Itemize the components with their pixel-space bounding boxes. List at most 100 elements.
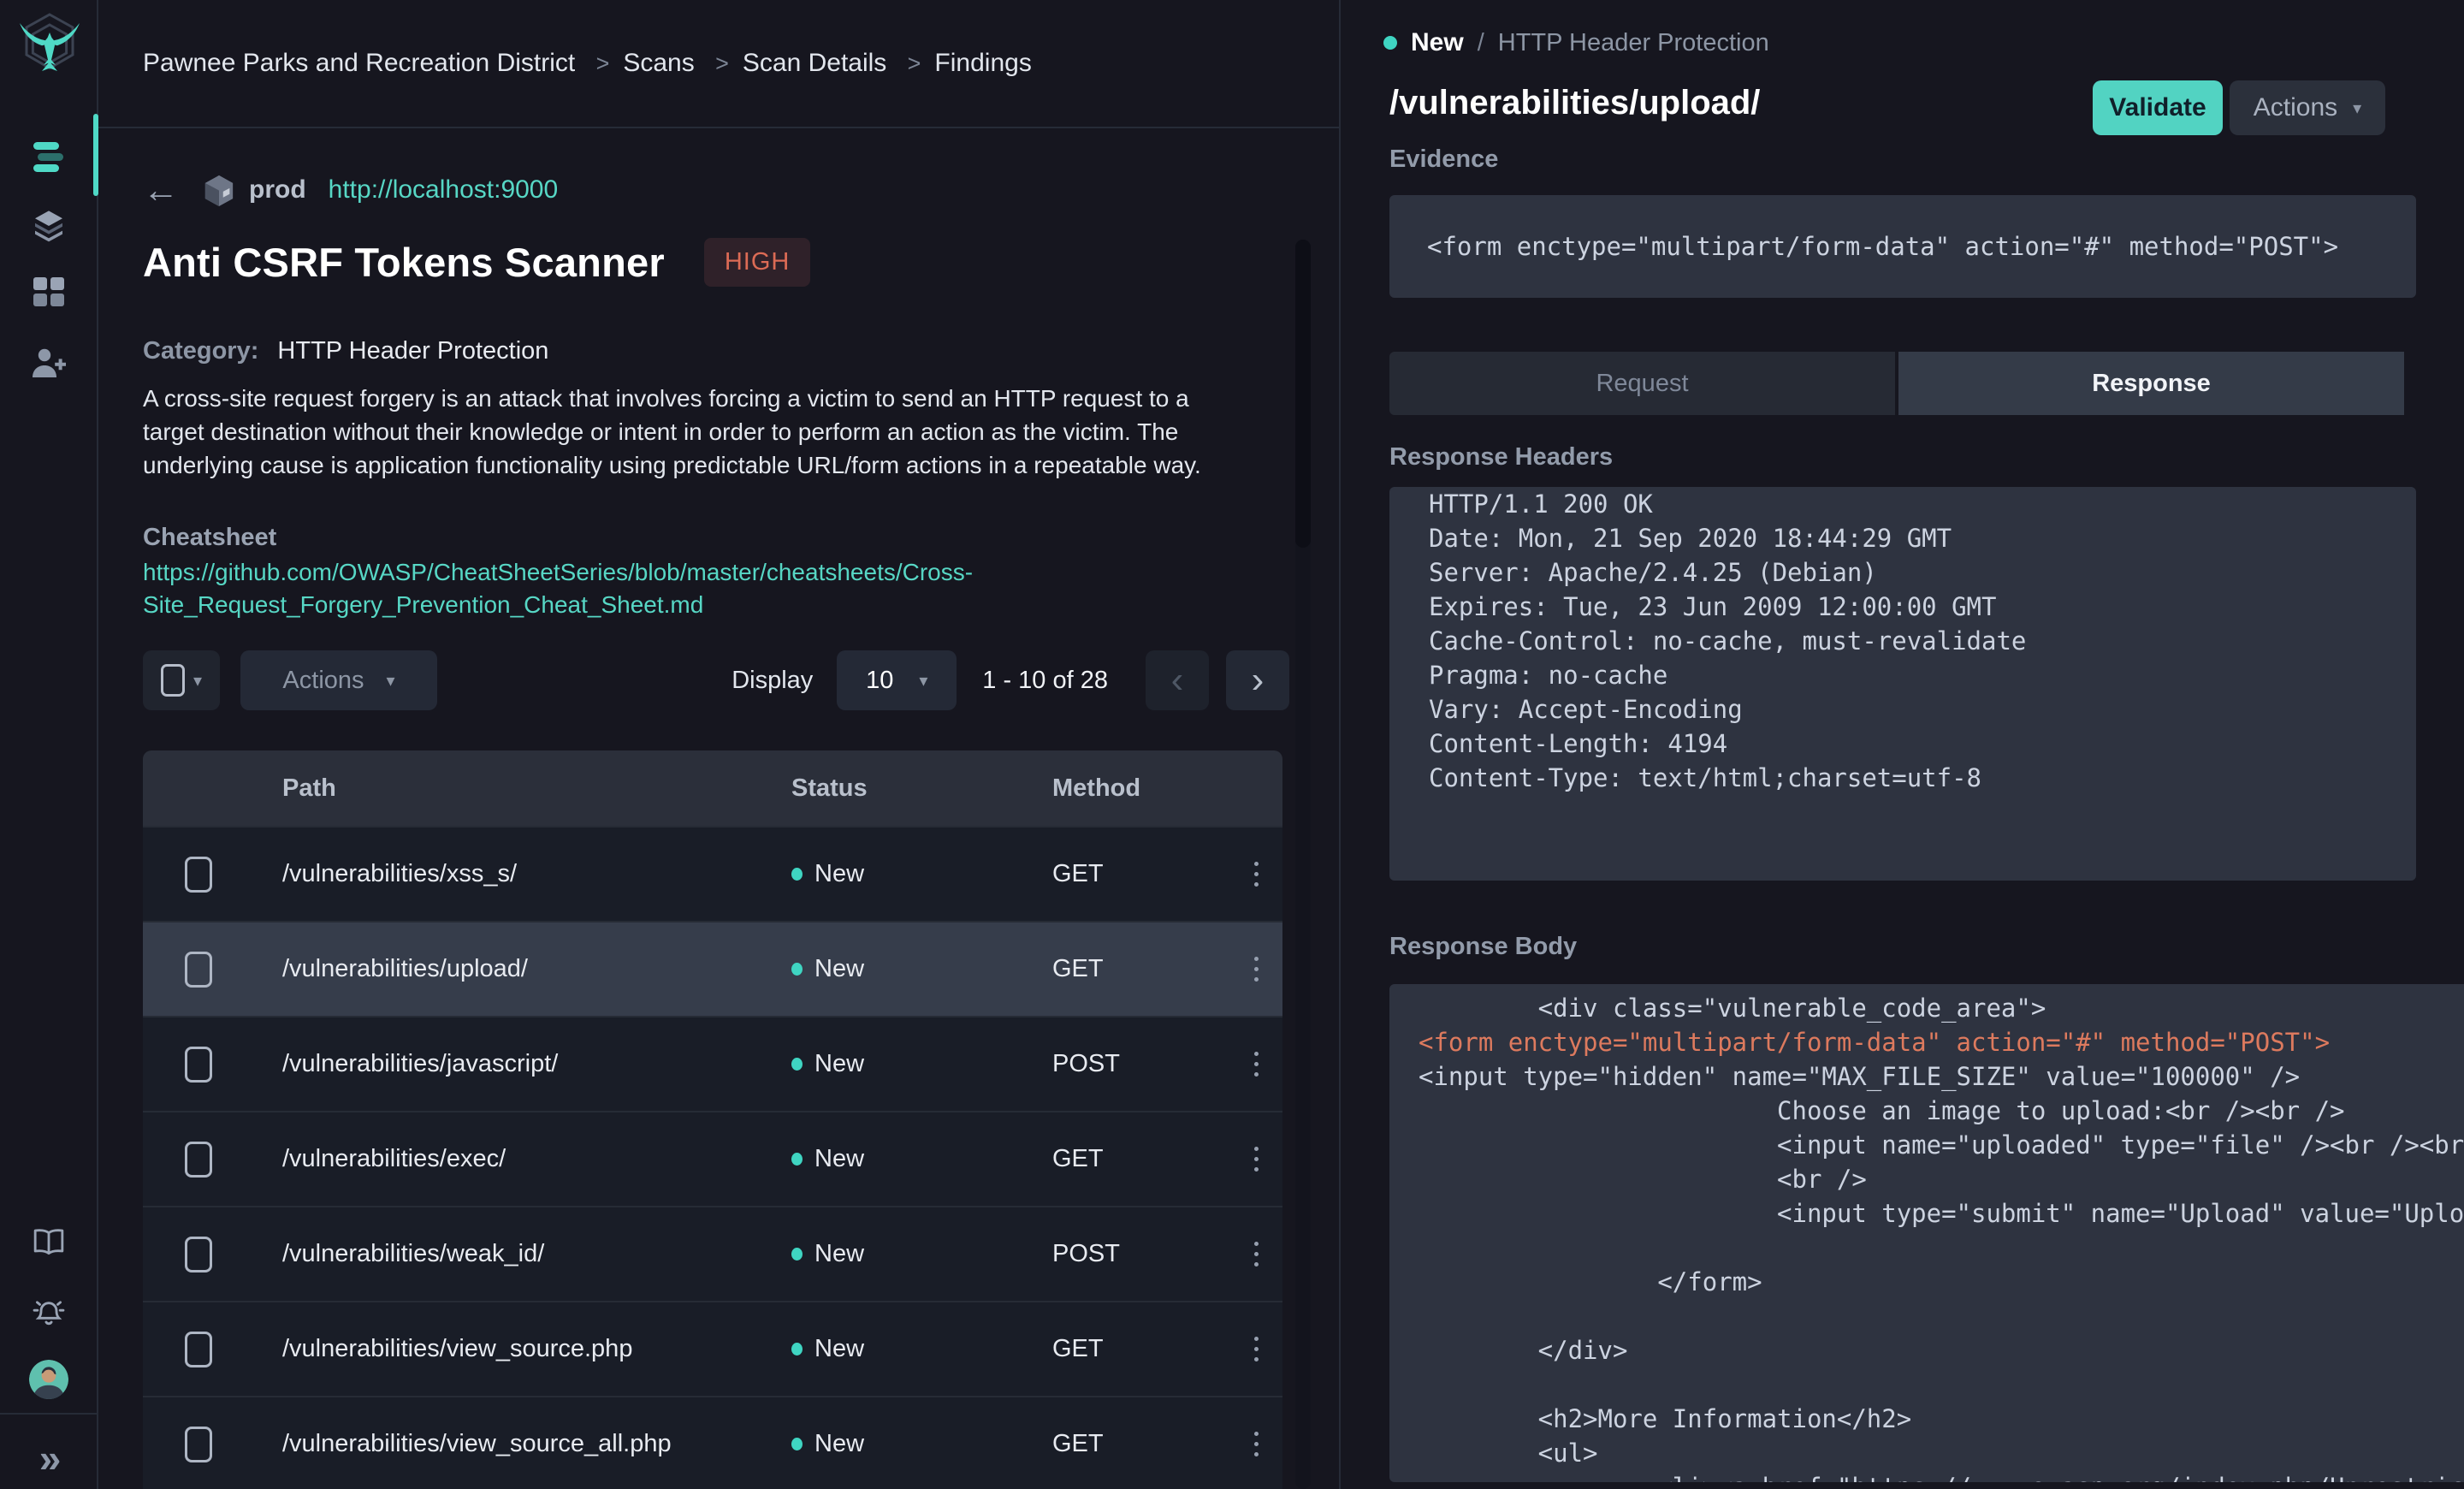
environment-row: ← prod http://localhost:9000 [143, 168, 558, 212]
user-add-icon [32, 348, 66, 377]
table-row[interactable]: /vulnerabilities/view_source_all.php New… [143, 1396, 1282, 1489]
select-all-dropdown-button[interactable]: ▾ [143, 650, 220, 710]
row-checkbox[interactable] [185, 1426, 212, 1462]
status-separator: / [1477, 28, 1484, 56]
row-kebab-menu-icon[interactable] [1249, 1142, 1264, 1177]
row-checkbox[interactable] [185, 1046, 212, 1083]
response-body-line: <input name="uploaded" type="file" /><br… [1419, 1130, 2464, 1160]
row-kebab-menu-icon[interactable] [1249, 1237, 1264, 1272]
apps-grid-icon [33, 277, 64, 306]
category-label: Category: [143, 337, 259, 365]
table-row[interactable]: /vulnerabilities/javascript/ New POST [143, 1016, 1282, 1111]
response-body-line: </div> [1419, 1336, 1628, 1365]
sidebar-item-apps[interactable] [0, 262, 97, 323]
response-body-line [1419, 1231, 2464, 1265]
findings-toolbar: ▾ Actions ▾ Display 10 ▾ 1 - 10 of 28 ‹ … [143, 650, 1289, 710]
package-cube-icon [204, 175, 234, 206]
table-row[interactable]: /vulnerabilities/xss_s/ New GET [143, 826, 1282, 921]
status-text: New [814, 1240, 865, 1267]
request-response-tabs: Request Response [1389, 352, 2404, 415]
page-size-select[interactable]: 10 ▾ [837, 650, 957, 710]
cheatsheet-link[interactable]: https://github.com/OWASP/CheatSheetSerie… [143, 556, 973, 621]
finding-actions-button[interactable]: Actions ▾ [2230, 80, 2385, 135]
app-logo-icon [15, 9, 84, 80]
chevron-down-icon: ▾ [919, 671, 928, 691]
response-body-line: <br /> [1419, 1165, 1867, 1194]
chevron-left-icon: ‹ [1170, 659, 1184, 701]
status-dot-icon [791, 1438, 803, 1450]
environment-name: prod [249, 175, 306, 204]
severity-badge: HIGH [703, 238, 811, 287]
table-row[interactable]: /vulnerabilities/view_source.php New GET [143, 1301, 1282, 1396]
breadcrumb-separator: > [715, 50, 729, 76]
table-row[interactable]: /vulnerabilities/upload/ New GET [143, 921, 1282, 1016]
row-checkbox[interactable] [185, 856, 212, 893]
table-body: /vulnerabilities/xss_s/ New GET /vulnera… [143, 826, 1282, 1489]
breadcrumb-item[interactable]: Scan Details [743, 49, 886, 77]
row-kebab-menu-icon[interactable] [1249, 1332, 1264, 1367]
finding-path: /vulnerabilities/xss_s/ [282, 860, 517, 887]
next-page-button[interactable]: › [1226, 650, 1289, 710]
row-checkbox[interactable] [185, 1236, 212, 1272]
table-row[interactable]: /vulnerabilities/weak_id/ New POST [143, 1206, 1282, 1301]
row-kebab-menu-icon[interactable] [1249, 952, 1264, 987]
findings-list-icon [33, 142, 63, 172]
response-body-line: <h2>More Information</h2> [1419, 1404, 1912, 1433]
http-method: GET [1052, 1145, 1104, 1172]
page-size-value: 10 [866, 666, 894, 694]
tab[interactable]: Request [1389, 352, 1895, 415]
breadcrumb-bar: Pawnee Parks and Recreation District > S… [98, 0, 1339, 128]
breadcrumb-item[interactable]: Scans [623, 49, 694, 77]
row-checkbox[interactable] [185, 1331, 212, 1367]
row-checkbox[interactable] [185, 951, 212, 988]
response-header-line: Vary: Accept-Encoding [1429, 695, 1743, 724]
finding-path-title: /vulnerabilities/upload/ [1389, 84, 1761, 122]
table-row[interactable]: /vulnerabilities/exec/ New GET [143, 1111, 1282, 1206]
finding-detail-panel: New / HTTP Header Protection /vulnerabil… [1339, 0, 2464, 1489]
category-value: HTTP Header Protection [277, 337, 549, 365]
breadcrumb-item[interactable]: Pawnee Parks and Recreation District [143, 49, 575, 77]
sidebar-item-invite-user[interactable] [0, 332, 97, 394]
chevron-down-icon: ▾ [192, 671, 203, 691]
sidebar-collapse-button[interactable]: » [0, 1427, 97, 1489]
pagination-range: 1 - 10 of 28 [982, 666, 1108, 694]
row-kebab-menu-icon[interactable] [1249, 1427, 1264, 1462]
sidebar-item-findings[interactable] [0, 114, 98, 196]
response-headers-block: HTTP/1.1 200 OK Date: Mon, 21 Sep 2020 18… [1389, 487, 2416, 881]
tab[interactable]: Response [1898, 352, 2404, 415]
response-body-line: <li><a href="https://www.owasp.org/index… [1419, 1470, 2464, 1482]
status-dot-icon [791, 1058, 803, 1071]
finding-status-row: New / HTTP Header Protection [1383, 24, 1769, 62]
sidebar-item-layers[interactable] [0, 195, 97, 257]
row-checkbox[interactable] [185, 1141, 212, 1178]
category-row: Category: HTTP Header Protection [143, 337, 548, 365]
sidebar-divider [0, 1413, 97, 1415]
breadcrumb-item[interactable]: Findings [934, 49, 1031, 77]
back-arrow-icon[interactable]: ← [143, 172, 179, 208]
status-text: New [814, 955, 865, 982]
response-body-block: <div class="vulnerable_code_area"> <form … [1389, 984, 2464, 1482]
finding-path: /vulnerabilities/view_source_all.php [282, 1430, 672, 1457]
page-title: Anti CSRF Tokens Scanner [143, 240, 665, 285]
environment-url-link[interactable]: http://localhost:9000 [329, 175, 559, 205]
cheatsheet-label: Cheatsheet [143, 524, 277, 551]
status-text: New [814, 1145, 865, 1172]
http-method: GET [1052, 860, 1104, 887]
response-header-line: Expires: Tue, 23 Jun 2009 12:00:00 GMT [1429, 592, 1997, 621]
validate-button[interactable]: Validate [2093, 80, 2223, 135]
row-kebab-menu-icon[interactable] [1249, 857, 1264, 892]
finding-path: /vulnerabilities/view_source.php [282, 1335, 633, 1362]
select-all-checkbox[interactable] [160, 664, 185, 697]
sidebar-item-profile[interactable] [0, 1349, 97, 1410]
collapse-double-chevron-icon: » [38, 1436, 62, 1480]
status-text: New [814, 1335, 865, 1362]
prev-page-button[interactable]: ‹ [1146, 650, 1209, 710]
scrollbar-thumb[interactable] [1295, 240, 1311, 548]
bulk-actions-button[interactable]: Actions ▾ [240, 650, 437, 710]
sidebar-item-docs[interactable] [0, 1212, 97, 1273]
panel-scrollbar[interactable] [1295, 240, 1311, 1489]
docs-book-icon [33, 1229, 63, 1255]
row-kebab-menu-icon[interactable] [1249, 1047, 1264, 1082]
http-method: GET [1052, 955, 1104, 982]
sidebar-item-notifications[interactable] [0, 1280, 97, 1342]
